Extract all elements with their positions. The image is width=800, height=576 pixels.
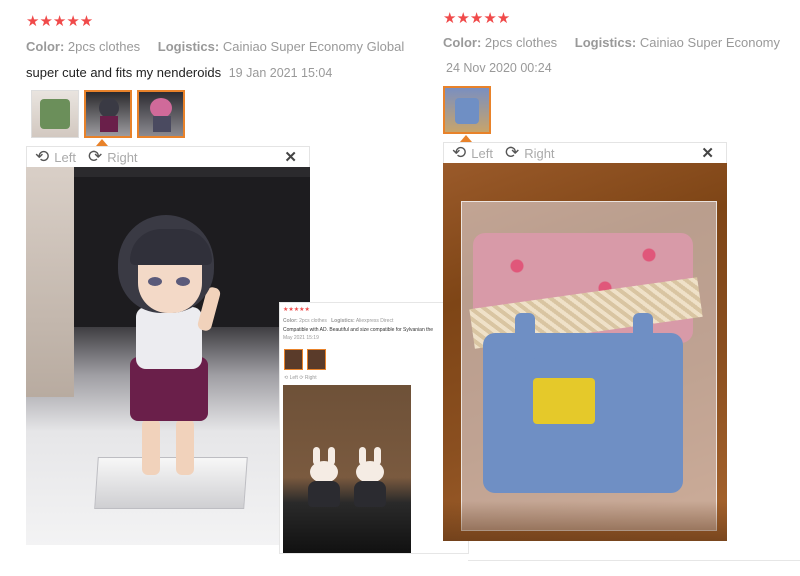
doll-eye <box>176 277 190 286</box>
overalls-strap <box>633 313 653 363</box>
rotate-left-icon: ⟲ <box>284 375 289 381</box>
doll-shirt <box>136 307 202 369</box>
thumbnail-strip <box>443 86 491 134</box>
rotate-left-label: Left <box>471 145 493 161</box>
inset-logistics-label: Logistics: <box>331 318 355 324</box>
review-comment: 24 Nov 2020 00:24 <box>443 59 793 77</box>
yellow-pocket <box>533 378 595 424</box>
doll-eye <box>148 277 162 286</box>
logistics-label: Logistics: <box>157 39 220 54</box>
review-meta: Color: 2pcs clothes Logistics: Cainiao S… <box>443 34 793 52</box>
color-label: Color: <box>26 39 65 54</box>
doll-stand <box>94 457 248 509</box>
photo-background <box>26 167 74 397</box>
rotate-left-icon: ⟲ <box>452 143 467 162</box>
review-photo <box>443 163 727 541</box>
rotate-right-button[interactable]: ⟳ Right <box>87 147 138 166</box>
review-photo <box>26 167 310 545</box>
color-label: Color: <box>443 35 482 50</box>
photo-shadow <box>443 501 727 541</box>
bunny-figure <box>307 447 341 507</box>
thumbnail[interactable] <box>84 90 132 138</box>
divider <box>468 560 800 561</box>
rating-stars: ★★★★★ <box>26 13 94 30</box>
thumbnail-strip <box>31 90 185 138</box>
inset-photo <box>283 385 411 553</box>
inset-rotate-left-label: Left <box>289 375 298 381</box>
inset-comment: Compatible with AD. Beautiful and size c… <box>283 327 434 333</box>
inset-color-label: Color: <box>283 318 298 324</box>
inset-color-value: 2pcs clothes <box>299 318 327 324</box>
doll-leg <box>176 419 194 475</box>
inset-meta: Color: 2pcs clothes Logistics: Aliexpres… <box>283 318 393 325</box>
inset-rating-stars: ★★★★★ <box>283 307 310 313</box>
doll-leg <box>142 419 160 475</box>
inset-rotate-right-label: Right <box>304 375 317 381</box>
active-thumbnail-pointer <box>460 135 472 142</box>
image-toolbar: ⟲ Left ⟳ Right ✕ <box>26 146 310 168</box>
inset-toolbar: ⟲ Left ⟳ Right <box>284 375 317 382</box>
rotate-right-button[interactable]: ⟳ Right <box>504 143 555 162</box>
active-thumbnail-pointer <box>96 139 108 146</box>
rotate-left-button[interactable]: ⟲ Left <box>35 147 76 166</box>
logistics-value: Cainiao Super Economy <box>639 35 781 50</box>
color-value: 2pcs clothes <box>484 35 558 50</box>
image-toolbar: ⟲ Left ⟳ Right ✕ <box>443 142 727 164</box>
inset-thumbnail[interactable] <box>307 349 326 370</box>
logistics-label: Logistics: <box>574 35 637 50</box>
doll-face <box>138 257 202 313</box>
rotate-left-button[interactable]: ⟲ Left <box>452 143 493 162</box>
inset-date: May 2021 15:19 <box>283 335 319 341</box>
close-icon[interactable]: ✕ <box>284 148 297 166</box>
rotate-left-icon: ⟲ <box>35 147 50 166</box>
thumbnail[interactable] <box>443 86 491 134</box>
inset-thumbnail[interactable] <box>284 349 303 370</box>
review-comment: super cute and fits my nenderoids 19 Jan… <box>26 64 406 82</box>
rotate-right-label: Right <box>107 149 138 165</box>
review-2: ★★★★★ Color: 2pcs clothes Logistics: Cai… <box>443 11 793 77</box>
thumbnail[interactable] <box>31 90 79 138</box>
overalls-strap <box>515 313 535 363</box>
review-date: 24 Nov 2020 00:24 <box>446 61 552 75</box>
rotate-right-icon: ⟳ <box>504 143 520 162</box>
rating-stars: ★★★★★ <box>443 10 511 27</box>
logistics-value: Cainiao Super Economy Global <box>222 39 405 54</box>
rotate-right-icon: ⟳ <box>87 147 103 166</box>
comment-text: super cute and fits my nenderoids <box>26 65 222 80</box>
rotate-right-icon: ⟳ <box>299 375 304 381</box>
review-date: 19 Jan 2021 15:04 <box>228 66 333 80</box>
rotate-right-label: Right <box>524 145 555 161</box>
rotate-left-label: Left <box>54 149 76 165</box>
review-1: ★★★★★ Color: 2pcs clothes Logistics: Cai… <box>26 14 406 82</box>
thumbnail[interactable] <box>137 90 185 138</box>
review-meta: Color: 2pcs clothes Logistics: Cainiao S… <box>26 38 406 56</box>
inset-logistics-value: Aliexpress Direct <box>355 318 394 324</box>
close-icon[interactable]: ✕ <box>701 144 714 162</box>
bunny-figure <box>353 447 387 507</box>
inset-review-screenshot: ★★★★★ Color: 2pcs clothes Logistics: Ali… <box>279 302 469 554</box>
color-value: 2pcs clothes <box>67 39 141 54</box>
